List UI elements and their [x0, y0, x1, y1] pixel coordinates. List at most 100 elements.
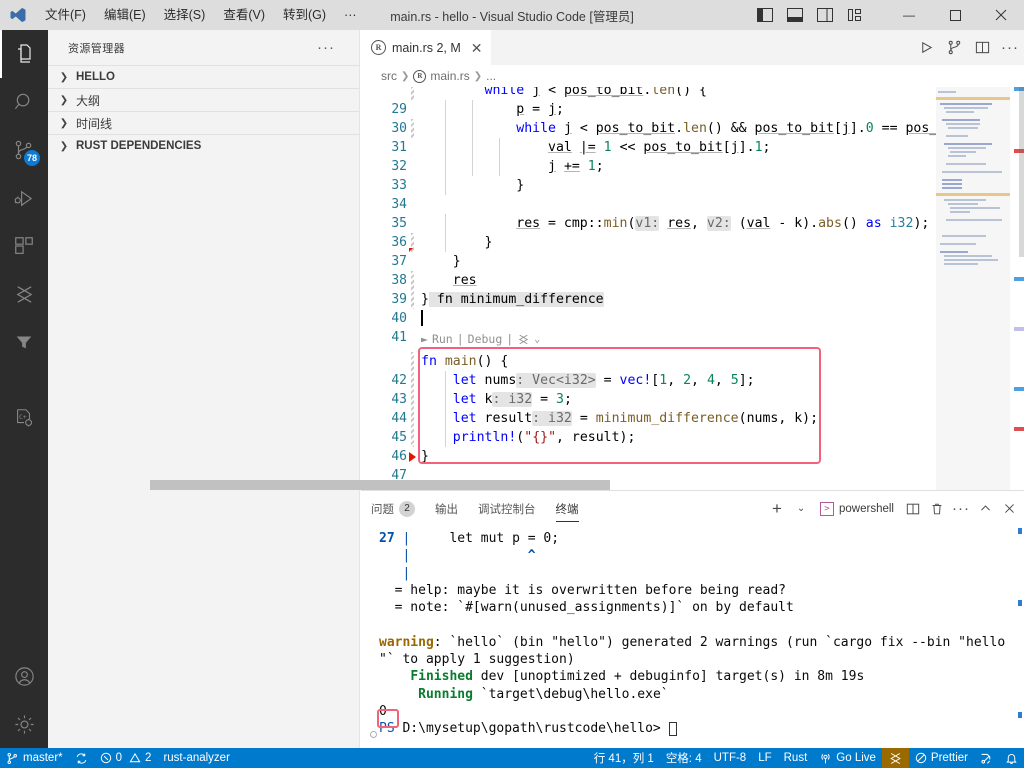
breadcrumb-item-symbol[interactable]: ... [486, 69, 496, 83]
editor-horizontal-scrollbar[interactable] [150, 480, 610, 490]
terminal-line: PS D:\mysetup\gopath\rustcode\hello> [379, 720, 1024, 737]
vscode-window: 文件(F) 编辑(E) 选择(S) 查看(V) 转到(G) ··· main.r… [0, 0, 1024, 768]
status-language-mode[interactable]: Rust [778, 748, 814, 768]
menu-selection[interactable]: 选择(S) [155, 0, 215, 30]
sidebar-section-hello[interactable]: ❯ HELLO [48, 65, 359, 88]
activity-item-filter[interactable] [0, 318, 48, 366]
toggle-secondary-sidebar-icon[interactable] [810, 0, 840, 30]
sidebar-more-icon[interactable]: ··· [317, 39, 339, 56]
status-encoding[interactable]: UTF-8 [708, 748, 753, 768]
sidebar-section-label: RUST DEPENDENCIES [76, 140, 202, 152]
status-prettier[interactable]: Prettier [909, 748, 974, 768]
line-content: } fn minimum_difference [421, 292, 604, 307]
new-terminal-button[interactable]: + [766, 495, 788, 523]
sidebar-section-rust-dependencies[interactable]: ❯ RUST DEPENDENCIES [48, 134, 359, 157]
status-remote[interactable] [974, 748, 999, 768]
status-branch-label: master* [23, 752, 63, 764]
funnel-icon [13, 331, 35, 353]
account-icon [13, 665, 36, 688]
status-cursor-position[interactable]: 行 41，列 1 [588, 748, 660, 768]
activity-item-prettier[interactable] [0, 270, 48, 318]
code-line-35: 35 [361, 195, 1024, 231]
codelens-run[interactable]: Run [432, 330, 453, 349]
editor-vertical-scrollbar[interactable] [1019, 87, 1024, 257]
remote-icon [980, 752, 993, 765]
minimize-button[interactable]: — [886, 0, 932, 30]
terminal-output[interactable]: 27 | let mut p = 0; | ^ | = help: maybe … [361, 526, 1024, 749]
editor-area: R main.rs 2, M ✕ ··· src ❯ R main.rs ❯ .… [361, 30, 1024, 490]
activity-item-cpp-config[interactable]: C+ [0, 394, 48, 442]
chevron-down-icon[interactable]: ⌄ [534, 330, 540, 349]
sidebar-section-outline[interactable]: ❯ 大纲 [48, 88, 359, 111]
editor-tab-main-rs[interactable]: R main.rs 2, M ✕ [361, 30, 492, 65]
status-eol[interactable]: LF [752, 748, 777, 768]
cpp-gear-icon: C+ [13, 407, 35, 429]
panel-more-icon[interactable]: ··· [950, 495, 972, 523]
split-terminal-icon[interactable] [902, 495, 924, 523]
activity-item-settings[interactable] [0, 700, 48, 748]
breakpoint-arrow-icon [409, 452, 416, 462]
more-actions-icon[interactable]: ··· [996, 30, 1024, 65]
status-rust-analyzer[interactable]: rust-analyzer [157, 748, 235, 768]
codelens-debug[interactable]: Debug [468, 330, 503, 349]
panel-tab-terminal[interactable]: 终端 [546, 491, 589, 526]
text-cursor [421, 310, 423, 326]
terminal-selector[interactable]: > powershell [814, 498, 900, 520]
menu-edit[interactable]: 编辑(E) [95, 0, 155, 30]
close-icon[interactable]: ✕ [471, 41, 483, 55]
activity-item-explorer[interactable] [0, 30, 48, 78]
terminal-line: warning: `hello` (bin "hello") generated… [379, 634, 1006, 650]
breadcrumb-item-src[interactable]: src [381, 69, 397, 83]
maximize-button[interactable] [932, 0, 978, 30]
menu-go[interactable]: 转到(G) [274, 0, 335, 30]
breadcrumb-item-file[interactable]: R main.rs [413, 69, 470, 83]
status-branch[interactable]: master* [0, 748, 69, 768]
extensions-icon [13, 235, 35, 257]
warning-icon [129, 752, 141, 764]
activity-item-accounts[interactable] [0, 652, 48, 700]
chevron-right-icon: ❯ [59, 140, 69, 152]
code-editor[interactable]: 29 while j < pos_to_bit.len() { 30 p = j… [361, 87, 1024, 490]
status-notifications[interactable] [999, 748, 1024, 768]
minimap[interactable] [936, 87, 1010, 490]
split-merge-icon[interactable] [940, 30, 968, 65]
run-icon[interactable] [912, 30, 940, 65]
toggle-primary-sidebar-icon[interactable] [750, 0, 780, 30]
menu-more[interactable]: ··· [335, 0, 366, 30]
menu-file[interactable]: 文件(F) [36, 0, 95, 30]
status-indentation[interactable]: 空格: 4 [660, 748, 708, 768]
close-panel-icon[interactable] [998, 495, 1020, 523]
vscode-logo-icon [0, 0, 36, 30]
close-button[interactable] [978, 0, 1024, 30]
status-sync[interactable] [69, 748, 94, 768]
status-problems[interactable]: 0 2 [94, 748, 158, 768]
activity-item-source-control[interactable]: 78 [0, 126, 48, 174]
line-content: } [421, 178, 525, 193]
customize-layout-icon[interactable] [840, 0, 870, 30]
prettier-glyph-icon[interactable] [517, 333, 530, 346]
code-line-46: 46 println!("{}", result); [361, 428, 1024, 464]
trash-icon[interactable] [926, 495, 948, 523]
sidebar-section-timeline[interactable]: ❯ 时间线 [48, 111, 359, 134]
prettier-icon [13, 283, 36, 306]
panel-tab-debug-console[interactable]: 调试控制台 [468, 491, 546, 526]
terminal-line: = help: maybe it is overwritten before b… [379, 582, 786, 598]
code-line-40: 40 } fn minimum_difference [361, 290, 1024, 326]
panel-tab-output[interactable]: 输出 [425, 491, 468, 526]
activity-item-extensions[interactable] [0, 222, 48, 270]
bottom-panel: 问题 2 输出 调试控制台 终端 + ⌄ > powershell ··· 27… [361, 490, 1024, 749]
status-go-live[interactable]: Go Live [813, 748, 882, 768]
code-line-39: 39 res [361, 271, 1024, 307]
title-bar: 文件(F) 编辑(E) 选择(S) 查看(V) 转到(G) ··· main.r… [0, 0, 1024, 30]
code-line-32: 32 val |= 1 << pos_to_bit[j].1; [361, 138, 1024, 174]
toggle-panel-icon[interactable] [780, 0, 810, 30]
activity-item-search[interactable] [0, 78, 48, 126]
activity-item-run-and-debug[interactable] [0, 174, 48, 222]
menu-view[interactable]: 查看(V) [214, 0, 274, 30]
new-terminal-dropdown-icon[interactable]: ⌄ [790, 495, 812, 523]
split-editor-icon[interactable] [968, 30, 996, 65]
error-count: 0 [115, 752, 123, 764]
panel-tab-problems[interactable]: 问题 2 [361, 491, 425, 526]
status-prettier-glyph[interactable] [881, 748, 909, 768]
chevron-up-icon[interactable] [974, 495, 996, 523]
